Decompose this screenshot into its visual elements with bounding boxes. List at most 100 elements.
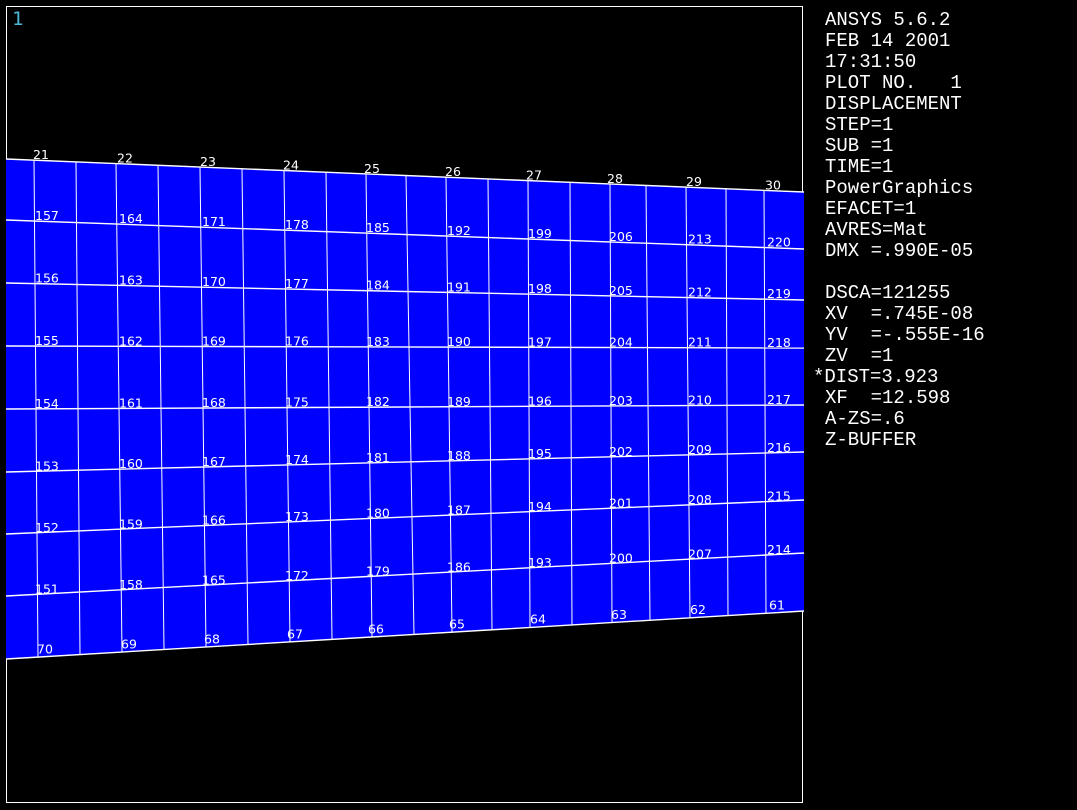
node-label: 198 (528, 281, 552, 296)
node-label: 208 (688, 492, 712, 507)
node-label: 157 (35, 208, 59, 223)
node-label: 22 (117, 151, 133, 166)
node-label: 70 (37, 641, 53, 656)
node-label: 210 (688, 393, 712, 408)
legend-line: DISPLACEMENT (825, 93, 962, 115)
legend-line: A-ZS=.6 (825, 408, 905, 430)
legend-line: DSCA=121255 (825, 282, 951, 304)
node-label: 164 (119, 211, 143, 226)
node-label: 181 (366, 450, 390, 465)
legend-line: AVRES=Mat (825, 219, 928, 241)
node-label: 214 (767, 542, 791, 557)
node-label: 200 (609, 551, 633, 566)
node-label: 191 (447, 279, 471, 294)
node-label: 193 (528, 555, 552, 570)
node-label: 178 (285, 217, 309, 232)
node-label: 163 (119, 272, 143, 287)
legend-line: DMX =.990E-05 (825, 240, 974, 262)
node-label: 194 (528, 499, 552, 514)
node-label: 177 (285, 276, 309, 291)
node-label: 192 (447, 223, 471, 238)
node-label: 174 (285, 452, 309, 467)
node-label: 195 (528, 446, 552, 461)
node-label: 171 (202, 214, 226, 229)
node-label: 173 (285, 509, 309, 524)
node-label: 26 (445, 164, 461, 179)
node-label: 25 (364, 161, 380, 176)
legend-line: EFACET=1 (825, 198, 917, 220)
legend-line: FEB 14 2001 (825, 30, 951, 52)
node-label: 185 (366, 220, 390, 235)
legend-line: SUB =1 (825, 135, 894, 157)
node-label: 154 (35, 396, 59, 411)
node-label: 169 (202, 333, 226, 348)
legend-line: PLOT NO. 1 (825, 72, 962, 94)
node-label: 151 (35, 582, 59, 597)
node-label: 220 (767, 235, 791, 250)
legend-line: TIME=1 (825, 156, 894, 178)
node-label: 216 (767, 440, 791, 455)
node-label: 67 (287, 626, 303, 641)
legend-line: PowerGraphics (825, 177, 974, 199)
node-label: 187 (447, 502, 471, 517)
node-label: 162 (119, 333, 143, 348)
node-label: 170 (202, 274, 226, 289)
node-label: 182 (366, 394, 390, 409)
node-label: 188 (447, 448, 471, 463)
node-label: 61 (769, 597, 785, 612)
node-label: 203 (609, 393, 633, 408)
node-label: 212 (688, 284, 712, 299)
legend-line (825, 262, 985, 283)
node-label: 184 (366, 278, 390, 293)
node-label: 24 (283, 157, 299, 172)
node-label: 204 (609, 335, 633, 350)
node-label: 175 (285, 395, 309, 410)
node-label: 213 (688, 232, 712, 247)
node-label: 219 (767, 286, 791, 301)
legend-line: XF =12.598 (825, 387, 951, 409)
node-label: 186 (447, 559, 471, 574)
node-label: 29 (686, 174, 702, 189)
legend-line: Z-BUFFER (825, 429, 917, 451)
node-label: 211 (688, 335, 712, 350)
node-label: 30 (765, 177, 781, 192)
node-label: 207 (688, 546, 712, 561)
node-label: 199 (528, 226, 552, 241)
node-label: 217 (767, 392, 791, 407)
node-label: 66 (368, 621, 384, 636)
node-label: 202 (609, 444, 633, 459)
node-label: 176 (285, 334, 309, 349)
node-label: 64 (530, 612, 546, 627)
node-label: 218 (767, 335, 791, 350)
node-label: 209 (688, 442, 712, 457)
node-label: 206 (609, 229, 633, 244)
node-label: 65 (449, 617, 465, 632)
node-label: 21 (33, 147, 49, 162)
node-label: 27 (526, 168, 542, 183)
legend-line: *DIST=3.923 (813, 366, 939, 388)
legend-line: XV =.745E-08 (825, 303, 974, 325)
node-label: 153 (35, 458, 59, 473)
node-label: 161 (119, 395, 143, 410)
node-label: 165 (202, 573, 226, 588)
node-label: 167 (202, 454, 226, 469)
node-label: 179 (366, 564, 390, 579)
node-label: 68 (204, 631, 220, 646)
node-label: 69 (121, 636, 137, 651)
legend-line: STEP=1 (825, 114, 894, 136)
node-label: 190 (447, 334, 471, 349)
node-label: 201 (609, 495, 633, 510)
node-label: 172 (285, 568, 309, 583)
node-label: 23 (200, 154, 216, 169)
legend-line: ZV =1 (825, 345, 894, 367)
node-label: 215 (767, 489, 791, 504)
plot-legend: ANSYS 5.6.2 FEB 14 2001 17:31:50 PLOT NO. 1… (813, 10, 985, 451)
legend-line: YV =-.555E-16 (825, 324, 985, 346)
node-label: 28 (607, 171, 623, 186)
node-label: 160 (119, 456, 143, 471)
node-label: 159 (119, 516, 143, 531)
node-label: 62 (690, 602, 706, 617)
node-label: 205 (609, 283, 633, 298)
node-label: 180 (366, 506, 390, 521)
node-label: 155 (35, 333, 59, 348)
